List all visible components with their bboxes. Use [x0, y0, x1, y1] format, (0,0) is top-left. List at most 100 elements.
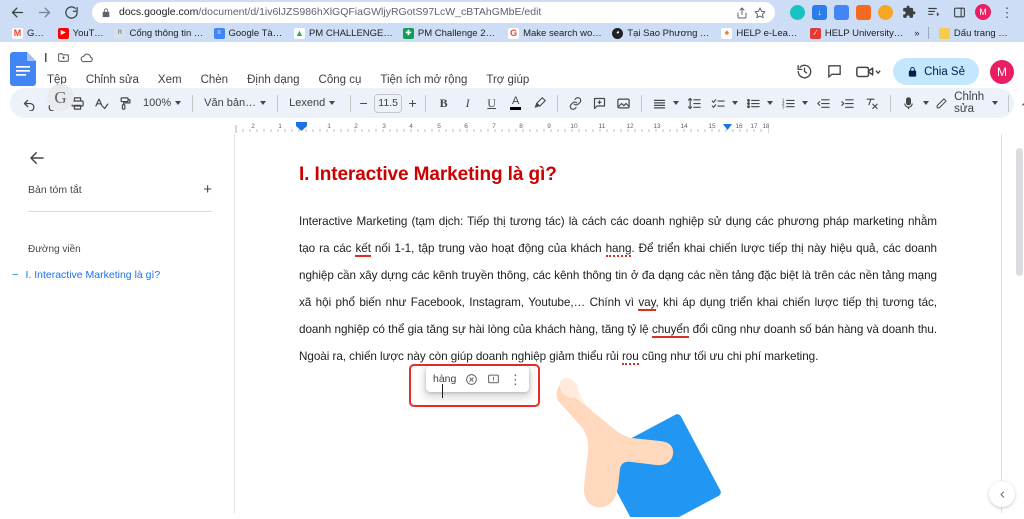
bookmarks-overflow-button[interactable]: »	[911, 27, 922, 40]
clear-formatting-icon[interactable]	[860, 92, 883, 115]
bookmark-google-docs[interactable]: ≡ Google Tài liệu	[210, 27, 290, 40]
menu-view[interactable]: Xem	[155, 73, 185, 87]
increase-indent-icon[interactable]	[836, 92, 859, 115]
reading-list-icon[interactable]	[925, 3, 943, 21]
spelling-suggestion-text[interactable]: hàng	[433, 373, 456, 385]
extensions-puzzle-icon[interactable]	[900, 3, 918, 21]
extension-translate-icon[interactable]	[834, 5, 849, 20]
bookmark-youtube[interactable]: ▶ YouTube	[54, 27, 111, 40]
comments-icon[interactable]	[825, 62, 844, 81]
bookmark-help-elearning[interactable]: ♠ HELP e-Learning	[717, 27, 806, 40]
back-button[interactable]	[8, 3, 26, 21]
menu-edit[interactable]: Chỉnh sửa	[83, 73, 142, 87]
bookmark-tai-sao-phuong-tay[interactable]: ◕ Tại Sao Phương Tây...	[608, 27, 717, 40]
star-icon[interactable]	[754, 6, 766, 18]
svg-text:1: 1	[278, 123, 282, 130]
google-docs-icon[interactable]	[10, 52, 36, 86]
bookmark-pm-challenge-20[interactable]: ▲ PM CHALLENGE 20...	[290, 27, 399, 40]
font-dropdown[interactable]: Lexend	[284, 92, 344, 115]
more-options-icon[interactable]: ⋮	[508, 372, 522, 386]
undo-icon[interactable]	[18, 92, 41, 115]
paragraph-style-dropdown[interactable]: Văn bản t...	[199, 92, 271, 115]
bold-button[interactable]: B	[432, 92, 455, 115]
reload-button[interactable]	[62, 3, 80, 21]
feedback-icon[interactable]	[486, 372, 500, 386]
collapse-toolbar-button[interactable]	[1015, 92, 1024, 115]
font-size-decrease-button[interactable]: −	[357, 95, 370, 111]
highlight-pen-icon[interactable]	[528, 92, 551, 115]
meet-icon[interactable]	[855, 62, 882, 81]
bulleted-list-chevron-down-icon[interactable]	[767, 101, 773, 105]
align-chevron-down-icon[interactable]	[673, 101, 679, 105]
align-left-icon[interactable]	[648, 92, 671, 115]
profile-avatar[interactable]: M	[975, 4, 991, 20]
insert-link-icon[interactable]	[564, 92, 587, 115]
extension-orange-icon[interactable]	[856, 5, 871, 20]
checklist-chevron-down-icon[interactable]	[732, 101, 738, 105]
ignore-circle-x-icon[interactable]	[464, 372, 478, 386]
document-content[interactable]: I. Interactive Marketing là gì? Interact…	[235, 134, 1001, 370]
other-bookmarks-button[interactable]: Dấu trang khác	[935, 27, 1016, 40]
text-color-button[interactable]: A	[504, 92, 527, 115]
forward-button[interactable]	[35, 3, 53, 21]
menu-format[interactable]: Định dạng	[244, 73, 302, 87]
checklist-icon[interactable]	[707, 92, 730, 115]
decrease-indent-icon[interactable]	[812, 92, 835, 115]
misspelled-word-hang[interactable]: hang	[606, 242, 632, 257]
document-paragraph[interactable]: Interactive Marketing (tạm dịch: Tiếp th…	[299, 208, 937, 370]
menu-insert[interactable]: Chèn	[198, 73, 232, 87]
move-to-folder-icon[interactable]	[57, 51, 71, 65]
scrollbar-thumb[interactable]	[1016, 148, 1023, 276]
menu-help[interactable]: Trợ giúp	[483, 73, 532, 87]
extension-dark-icon[interactable]	[878, 5, 893, 20]
sidebar-item-outline-0[interactable]: − I. Interactive Marketing là gì?	[12, 269, 212, 281]
spellcheck-icon[interactable]	[90, 92, 113, 115]
docs-avatar[interactable]: M	[990, 60, 1014, 84]
italic-button[interactable]: I	[456, 92, 479, 115]
grammarly-badge-icon[interactable]: G	[47, 84, 74, 111]
add-summary-icon[interactable]: +	[203, 182, 212, 197]
numbered-list-chevron-down-icon[interactable]	[802, 101, 808, 105]
menu-extensions[interactable]: Tiện ích mở rộng	[377, 73, 470, 87]
bookmark-portal[interactable]: R Cổng thông tin sin...	[110, 27, 209, 40]
side-panel-icon[interactable]	[950, 3, 968, 21]
bookmark-gmail[interactable]: M Gmail	[8, 27, 54, 40]
input-tools-icon[interactable]	[897, 92, 920, 115]
menu-tools[interactable]: Công cụ	[316, 73, 365, 87]
bulleted-list-icon[interactable]	[742, 92, 765, 115]
edit-mode-dropdown[interactable]: Chỉnh sửa	[931, 91, 1002, 115]
sidebar-back-button[interactable]	[28, 148, 48, 168]
share-icon[interactable]	[736, 6, 748, 18]
numbered-list-icon[interactable]: 123	[777, 92, 800, 115]
document-page[interactable]: I. Interactive Marketing là gì? Interact…	[234, 134, 1002, 513]
share-label: Chia Sẻ	[924, 66, 965, 78]
address-bar[interactable]: docs.google.com/document/d/1iv6lJZS986hX…	[92, 2, 775, 23]
add-comment-icon[interactable]	[588, 92, 611, 115]
bookmark-help-university[interactable]: ⁄ HELP University - E...	[806, 27, 911, 40]
share-button[interactable]: Chia Sẻ	[893, 58, 979, 85]
version-history-icon[interactable]	[795, 62, 814, 81]
document-title[interactable]: I	[42, 50, 48, 65]
extension-downloader-icon[interactable]: ↓	[812, 5, 827, 20]
toolbar-separator	[277, 95, 278, 112]
bookmark-make-search-work[interactable]: G Make search work f...	[504, 27, 608, 40]
line-spacing-icon[interactable]	[683, 92, 706, 115]
collapse-panel-button[interactable]	[989, 481, 1015, 507]
extension-grammarly-icon[interactable]	[790, 5, 805, 20]
zoom-dropdown[interactable]: 100%	[138, 92, 186, 115]
insert-image-icon[interactable]	[612, 92, 635, 115]
vertical-scrollbar[interactable]	[1016, 148, 1023, 508]
misspelled-word-rou[interactable]: rou	[622, 350, 639, 365]
underline-button[interactable]: U	[480, 92, 503, 115]
misspelled-word-chuyen[interactable]: chuyển	[652, 323, 689, 338]
misspelled-word-vay[interactable]: vay	[638, 296, 655, 311]
kebab-menu-icon[interactable]: ⋮	[998, 3, 1016, 21]
font-size-increase-button[interactable]: +	[406, 95, 419, 111]
paint-format-icon[interactable]	[114, 92, 137, 115]
cloud-saved-icon[interactable]	[80, 51, 94, 65]
font-size-input[interactable]: 11.5	[374, 94, 402, 113]
input-tools-chevron-down-icon[interactable]	[923, 101, 929, 105]
bookmark-pm-challenge-2023[interactable]: ✚ PM Challenge 2023...	[399, 27, 504, 40]
misspelled-word-ket[interactable]: kết	[355, 242, 370, 257]
document-ruler[interactable]: 21 12 34 56 78 910 1112 1314 1516 1718	[234, 120, 769, 134]
